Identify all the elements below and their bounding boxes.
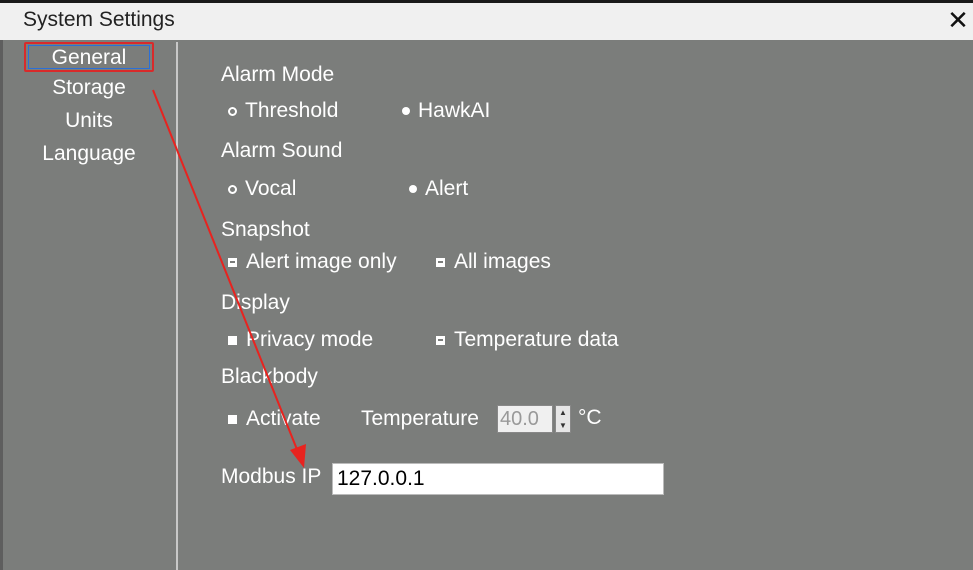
sidebar-item-storage[interactable]: Storage <box>24 76 154 100</box>
alarm-sound-heading: Alarm Sound <box>221 139 343 162</box>
alarm-mode-heading: Alarm Mode <box>221 63 335 86</box>
sidebar-item-label: General <box>28 45 150 69</box>
checkbox-label: Activate <box>246 407 321 430</box>
display-heading: Display <box>221 291 290 314</box>
spin-buttons[interactable]: ▲ ▼ <box>555 405 571 433</box>
checkbox-checked-icon <box>436 257 445 267</box>
modbus-ip-input[interactable] <box>332 463 664 495</box>
checkbox-label: Privacy mode <box>246 328 374 351</box>
radio-alert[interactable]: Alert <box>409 177 468 201</box>
checkbox-privacy-mode[interactable]: Privacy mode <box>228 328 373 352</box>
radio-icon <box>402 107 410 115</box>
chevron-down-icon[interactable]: ▼ <box>556 419 570 432</box>
temperature-input[interactable] <box>497 405 553 433</box>
checkbox-alert-image-only[interactable]: Alert image only <box>228 250 397 274</box>
checkbox-label: Temperature data <box>454 328 619 351</box>
window-title: System Settings <box>23 8 175 31</box>
checkbox-icon <box>228 335 237 345</box>
sidebar-divider <box>176 42 178 570</box>
radio-label: HawkAI <box>418 99 491 122</box>
checkbox-checked-icon <box>436 335 445 345</box>
modbus-ip-label: Modbus IP <box>221 465 322 488</box>
temperature-unit: °C <box>578 406 602 429</box>
radio-label: Alert <box>425 177 469 200</box>
radio-label: Vocal <box>245 177 297 200</box>
radio-selected-icon <box>228 106 237 116</box>
checkbox-all-images[interactable]: All images <box>436 250 551 274</box>
radio-icon <box>409 185 417 193</box>
checkbox-label: Alert image only <box>246 250 397 273</box>
blackbody-heading: Blackbody <box>221 365 318 388</box>
sidebar-item-language[interactable]: Language <box>24 142 154 166</box>
checkbox-checked-icon <box>228 257 237 267</box>
checkbox-temperature-data[interactable]: Temperature data <box>436 328 619 352</box>
sidebar: General Storage Units Language <box>0 40 176 570</box>
temperature-stepper: ▲ ▼ <box>497 405 573 433</box>
snapshot-heading: Snapshot <box>221 218 310 241</box>
chevron-up-icon[interactable]: ▲ <box>556 406 570 419</box>
checkbox-label: All images <box>454 250 551 273</box>
temperature-label: Temperature <box>361 407 479 430</box>
radio-selected-icon <box>228 184 237 194</box>
sidebar-item-general[interactable]: General <box>24 42 154 72</box>
radio-hawkai[interactable]: HawkAI <box>402 99 490 123</box>
close-icon[interactable]: ✕ <box>945 5 971 35</box>
checkbox-activate[interactable]: Activate <box>228 407 321 431</box>
radio-threshold[interactable]: Threshold <box>228 99 338 123</box>
sidebar-item-units[interactable]: Units <box>24 109 154 133</box>
radio-vocal[interactable]: Vocal <box>228 177 296 201</box>
title-bar: System Settings ✕ <box>0 3 973 40</box>
radio-label: Threshold <box>245 99 339 122</box>
checkbox-icon <box>228 414 237 424</box>
